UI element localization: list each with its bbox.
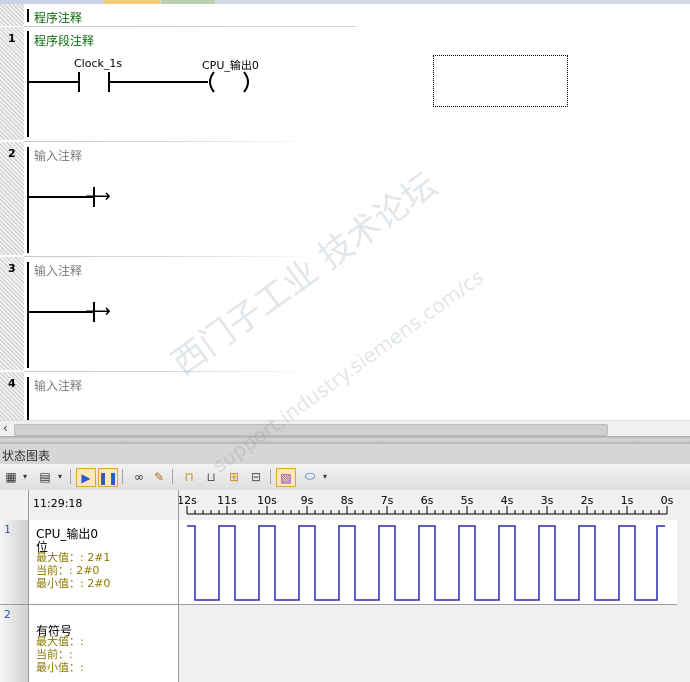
axis-tick-label: 2s — [581, 494, 594, 507]
network-separator — [24, 141, 304, 142]
axis-tick-label: 3s — [541, 494, 554, 507]
network-number: 2 — [8, 147, 16, 160]
program-comment-marker — [27, 9, 29, 22]
row-number: 2 — [4, 608, 11, 621]
axis-tick-label: 10s — [257, 494, 277, 507]
signal-current: 当前：: — [36, 648, 73, 661]
rung-end-bar — [93, 302, 95, 322]
axis-tick-label: 4s — [501, 494, 514, 507]
status-chart-title: 状态图表 — [2, 449, 51, 463]
rung-end-bar — [93, 187, 95, 207]
network-number: 3 — [8, 262, 16, 275]
axis-tick-label: 0s — [661, 494, 674, 507]
trend-line — [187, 525, 665, 601]
rung-wire — [29, 196, 93, 198]
network-comment[interactable]: 输入注释 — [34, 262, 82, 279]
gutter — [0, 4, 24, 26]
power-rail — [27, 147, 29, 253]
add-table-icon[interactable]: ▦ — [2, 468, 20, 485]
power-rail — [27, 377, 29, 420]
axis-tick-label: 7s — [381, 494, 394, 507]
signal-max: 最大值：: 2#1 — [36, 551, 111, 564]
time-axis: 12s 11s 10s 9s 8s 7s 6s 5s 4s 3s 2s 1s 0s — [179, 494, 674, 515]
glasses-icon[interactable]: ∞ — [130, 468, 148, 485]
axis-tick-label: 6s — [421, 494, 434, 507]
toolbar-separator — [270, 469, 271, 484]
row-header[interactable]: 1 — [0, 520, 28, 605]
contact-label[interactable]: Clock_1s — [74, 57, 122, 70]
axis-tick-label: 9s — [301, 494, 314, 507]
pane-splitter[interactable] — [0, 436, 690, 444]
axis-tick-label: 5s — [461, 494, 474, 507]
scrollbar-thumb[interactable] — [14, 424, 608, 436]
horizontal-scrollbar[interactable]: ‹ — [0, 420, 690, 437]
network-comment[interactable]: 输入注释 — [34, 377, 82, 394]
open-rung-arrow-icon: ⟶ — [85, 301, 111, 322]
coil-symbol[interactable] — [204, 70, 254, 94]
network-number: 4 — [8, 377, 16, 390]
status-chart-toolbar: ▦ ▾ ▤ ▾ ▶ ❚❚ ∞ ✎ ⊓ ⊔ ⊞ ⊟ ▧ ⬭ ▾ — [0, 464, 690, 491]
dropdown-icon[interactable]: ▾ — [320, 468, 330, 485]
axis-tick-label: 11s — [217, 494, 237, 507]
rung-wire — [29, 81, 78, 83]
table-options-icon[interactable]: ▤ — [36, 468, 54, 485]
network-comment[interactable]: 程序段注释 — [34, 32, 94, 49]
signal-current: 当前：: 2#0 — [36, 564, 100, 577]
unforce-all-icon[interactable]: ⊟ — [247, 468, 265, 485]
scroll-left-icon[interactable]: ‹ — [3, 421, 8, 435]
status-chart-titlebar: 状态图表 — [0, 444, 690, 464]
trend-view-icon[interactable]: ▧ — [276, 468, 296, 487]
axis-tick-label: 1s — [621, 494, 634, 507]
toolbar-separator — [70, 469, 71, 484]
pencil-icon[interactable]: ✎ — [150, 468, 168, 485]
program-comment[interactable]: 程序注释 — [34, 9, 82, 26]
selection-box[interactable] — [433, 55, 568, 107]
network-comment[interactable]: 输入注释 — [34, 147, 82, 164]
power-rail — [27, 31, 29, 137]
toolbar-separator — [172, 469, 173, 484]
trend-plot — [179, 520, 677, 605]
network-separator — [24, 256, 304, 257]
pause-icon[interactable]: ❚❚ — [98, 468, 118, 487]
row-header[interactable]: 2 — [0, 605, 28, 682]
row-number: 1 — [4, 523, 11, 536]
current-time: 11:29:18 — [33, 497, 83, 510]
signal-min: 最小值：: — [36, 661, 84, 674]
network-separator — [24, 26, 690, 27]
axis-tick-label: 12s — [179, 494, 197, 507]
vertical-scrollbar[interactable] — [677, 490, 690, 682]
power-rail — [27, 262, 29, 368]
rung-wire — [110, 81, 208, 83]
dropdown-icon[interactable]: ▾ — [55, 468, 65, 485]
contact-left-bar[interactable] — [78, 72, 80, 92]
axis-tick-label: 8s — [341, 494, 354, 507]
lock-icon[interactable]: ⊓ — [180, 468, 198, 485]
trend-plot-empty — [179, 605, 677, 682]
chart-trend-icon[interactable]: ▶ — [76, 468, 96, 487]
signal-max: 最大值：: — [36, 635, 84, 648]
dropdown-icon[interactable]: ▾ — [20, 468, 30, 485]
network-separator — [24, 371, 304, 372]
network-number: 1 — [8, 32, 16, 45]
signal-min: 最小值：: 2#0 — [36, 577, 111, 590]
toolbar-separator — [122, 469, 123, 484]
tag-icon[interactable]: ⬭ — [301, 468, 319, 485]
rung-wire — [29, 311, 93, 313]
open-rung-arrow-icon: ⟶ — [85, 186, 111, 207]
